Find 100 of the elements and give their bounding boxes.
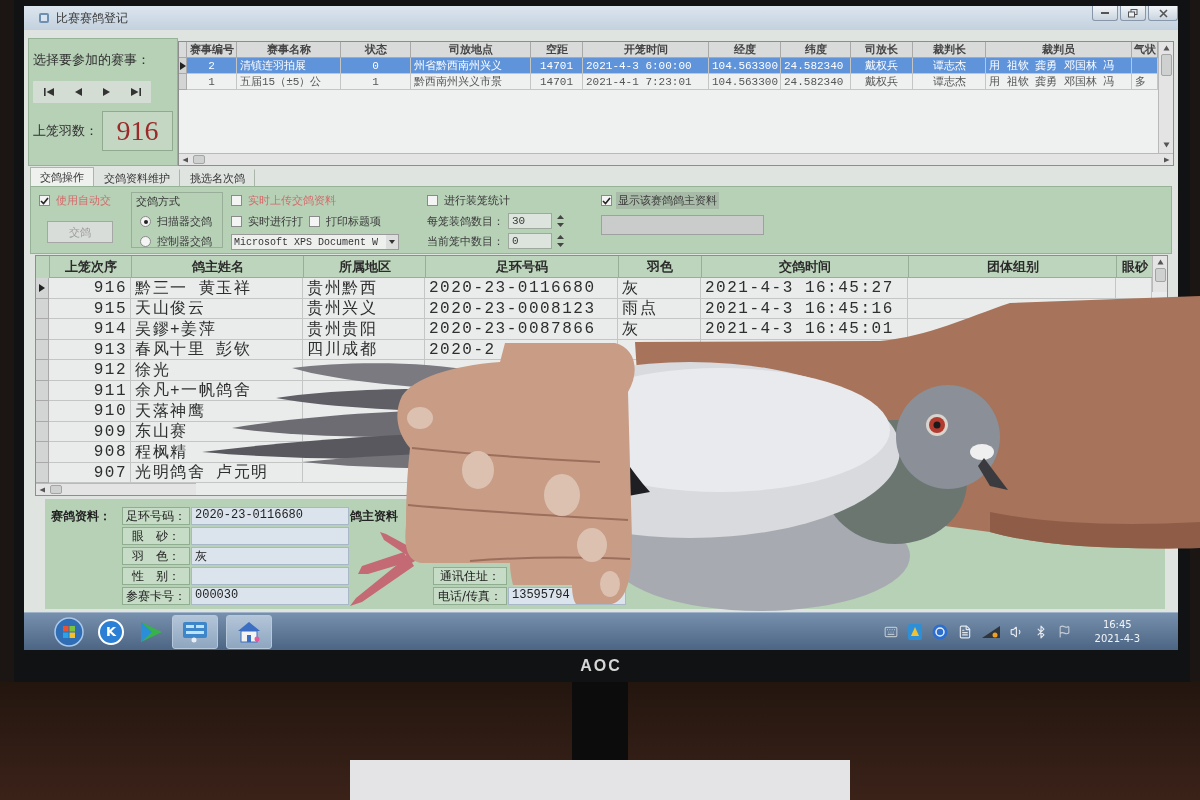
taskbar-window-button[interactable] [172, 614, 218, 649]
race-name: 五届15（±5）公 [240, 75, 322, 89]
owner-name: 吴鏐+姜萍 [135, 319, 217, 340]
start-button[interactable] [54, 616, 84, 647]
column-header[interactable]: 交鸽时间 [701, 256, 908, 278]
race-name: 清镇连羽拍展 [240, 59, 306, 73]
triangle-right-icon [102, 88, 110, 96]
vertical-scrollbar[interactable] [1158, 42, 1173, 153]
chief-judge: 谭志杰 [932, 75, 966, 89]
taskbar-window-button[interactable] [226, 614, 272, 649]
radio-button[interactable] [140, 216, 151, 227]
close-button[interactable] [1148, 6, 1178, 21]
signal-bars-icon[interactable] [981, 625, 1000, 638]
scroll-down-icon[interactable] [1162, 142, 1170, 148]
clock-time[interactable]: 16:45 [1102, 617, 1132, 632]
scrollbar-thumb[interactable] [1160, 54, 1172, 76]
column-header[interactable]: 所属地区 [303, 256, 425, 278]
count-label: 上笼羽数： [33, 122, 98, 140]
clock-date[interactable]: 2021-4-3 [1094, 631, 1140, 646]
player-button[interactable] [138, 619, 164, 644]
stepper-icon[interactable] [556, 234, 565, 248]
owner-name: 天落神鹰 [135, 401, 205, 422]
ring-number: 2020-2 [429, 340, 496, 359]
text-field[interactable]: 2020-23-0116680 [191, 507, 349, 525]
close-icon [1158, 8, 1168, 18]
radio-button[interactable] [140, 236, 151, 247]
radio-label: 扫描器交鸽 [157, 214, 212, 229]
scrollbar-thumb[interactable] [1154, 268, 1166, 282]
release-time: 2021-4-1 7:23:01 [586, 75, 692, 88]
radio-dot-icon [143, 219, 148, 224]
horizontal-scrollbar[interactable] [36, 483, 196, 495]
horizontal-scrollbar[interactable] [179, 153, 1173, 165]
checkbox[interactable] [427, 195, 438, 206]
document-icon[interactable] [957, 624, 972, 639]
feather-color: 灰 [622, 278, 640, 299]
row-header[interactable] [179, 58, 187, 74]
latitude: 24.582340 [784, 59, 844, 72]
text-field[interactable] [191, 567, 349, 585]
app-icon [38, 12, 50, 24]
keyboard-icon[interactable] [883, 624, 898, 639]
scrollbar-thumb[interactable] [193, 155, 205, 164]
app-tile-icon[interactable] [907, 623, 922, 640]
row-pointer-icon [179, 61, 186, 70]
text-field[interactable]: 灰 [191, 547, 349, 565]
checkbox[interactable] [601, 195, 612, 206]
chief-judge: 谭志杰 [932, 59, 966, 73]
checkbox[interactable] [39, 195, 50, 206]
column-header[interactable]: 羽色 [618, 256, 701, 278]
region: 贵州贵阳 [307, 319, 377, 340]
checkmark-icon [40, 196, 49, 205]
release-site: 州省黔西南州兴义 [414, 59, 502, 73]
number-field[interactable]: 0 [508, 233, 552, 249]
region: 贵州黔西 [307, 278, 377, 299]
scroll-up-icon[interactable] [1162, 45, 1170, 51]
distance: 14701 [540, 75, 573, 88]
printer-select[interactable]: Microsoft XPS Document W [231, 234, 399, 250]
release-officer: 戴权兵 [865, 75, 898, 89]
checkbox[interactable] [231, 195, 242, 206]
race-order: 909 [93, 422, 127, 441]
scroll-left-icon[interactable] [39, 486, 46, 493]
longitude: 104.563300 [712, 59, 778, 72]
restore-button[interactable] [1120, 6, 1146, 21]
owner-name: 黔三一 黄玉祥 [135, 278, 252, 299]
race-order: 912 [93, 361, 127, 380]
disc-icon[interactable] [931, 623, 948, 640]
checkbox[interactable] [309, 216, 320, 227]
scroll-right-icon[interactable] [1163, 156, 1170, 163]
radio-label: 控制器交鸽 [157, 234, 212, 249]
dashboard-icon [182, 620, 208, 643]
checkbox-label: 打印标题项 [325, 214, 382, 230]
field-label: 羽 色： [122, 547, 190, 565]
vertical-scrollbar[interactable] [1152, 256, 1167, 292]
column-header[interactable]: 足环号码 [425, 256, 618, 278]
window-title: 比赛赛鸽登记 [56, 9, 128, 27]
play-icon [138, 619, 164, 644]
text-field[interactable] [191, 527, 349, 545]
field-label: 每笼装鸽数目： [427, 213, 504, 229]
scroll-left-icon[interactable] [182, 156, 189, 163]
row-header[interactable] [36, 278, 49, 299]
letter-app-button[interactable]: K [98, 618, 124, 645]
stepper-icon[interactable] [556, 214, 565, 228]
scrollbar-thumb[interactable] [50, 485, 62, 494]
scroll-up-icon[interactable] [1156, 259, 1164, 265]
column-header[interactable]: 团体组别 [908, 256, 1116, 278]
number-field[interactable]: 30 [508, 213, 552, 229]
tab[interactable]: 交鸽操作 [30, 167, 94, 186]
distance: 14701 [540, 59, 573, 72]
text-field[interactable]: 000030 [191, 587, 349, 605]
column-header[interactable]: 上笼次序 [49, 256, 131, 278]
race-row[interactable]: 1 五届15（±5）公 1 黔西南州兴义市景 14701 2021-4-1 7:23:01 104.563300 24.582340 戴权兵 谭志杰 用 祖钦 龚勇 邓国林 冯 多 [179, 74, 1158, 90]
minimize-button[interactable] [1092, 6, 1118, 21]
restore-icon [1128, 8, 1138, 18]
checkbox[interactable] [231, 216, 242, 227]
race-status: 0 [372, 59, 379, 72]
section-title: 赛鸽资料： [51, 507, 112, 525]
status-field[interactable] [601, 215, 764, 235]
column-header[interactable]: 鸽主姓名 [131, 256, 303, 278]
row-pointer-icon [39, 283, 45, 292]
ring-number: 2020-23-0008123 [429, 299, 596, 318]
flag-icon[interactable] [1057, 625, 1071, 638]
